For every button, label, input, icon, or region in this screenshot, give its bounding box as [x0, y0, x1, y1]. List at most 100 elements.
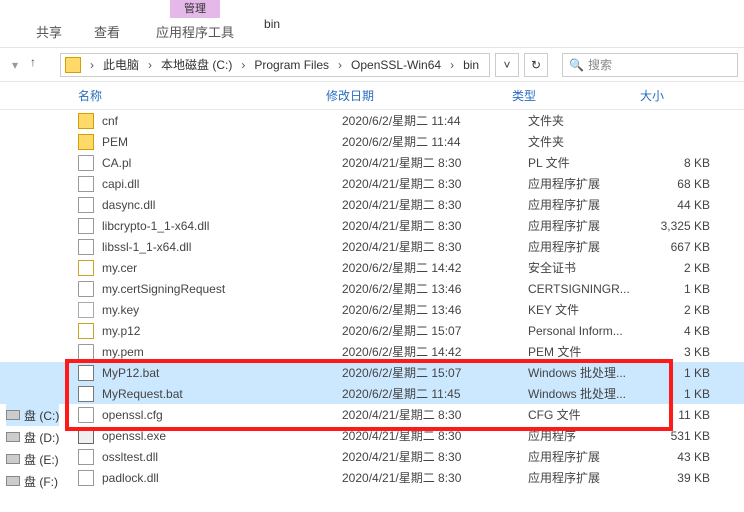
file-row[interactable]: my.key2020/6/2/星期二 13:46KEY 文件2 KB	[0, 299, 744, 320]
tab-app-tools[interactable]: 应用程序工具	[146, 18, 244, 47]
file-row[interactable]: MyRequest.bat2020/6/2/星期二 11:45Windows 批…	[0, 383, 744, 404]
file-row[interactable]: cnf2020/6/2/星期二 11:44文件夹	[0, 110, 744, 131]
file-type: KEY 文件	[528, 301, 656, 318]
col-date[interactable]: 修改日期	[326, 87, 512, 104]
breadcrumb[interactable]: › 此电脑 › 本地磁盘 (C:) › Program Files › Open…	[60, 53, 490, 77]
file-date: 2020/6/2/星期二 14:42	[342, 343, 528, 360]
file-name: my.cer	[102, 261, 342, 275]
file-row[interactable]: padlock.dll2020/4/21/星期二 8:30应用程序扩展39 KB	[0, 467, 744, 488]
file-row[interactable]: libssl-1_1-x64.dll2020/4/21/星期二 8:30应用程序…	[0, 236, 744, 257]
drives-panel: 盘 (C:)盘 (D:) 盘 (E:) 盘 (F:)	[0, 404, 59, 492]
chevron-right-icon[interactable]: ›	[236, 58, 250, 72]
tab-view[interactable]: 查看	[78, 16, 136, 47]
drive-item[interactable]: 盘 (E:)	[6, 448, 59, 470]
file-date: 2020/6/2/星期二 15:07	[342, 322, 528, 339]
drive-label: 盘 (F:)	[24, 473, 58, 490]
up-arrow-icon[interactable]: ↑	[30, 55, 50, 75]
file-date: 2020/6/2/星期二 13:46	[342, 280, 528, 297]
drive-icon	[6, 454, 20, 464]
cert-icon	[78, 260, 94, 276]
file-date: 2020/6/2/星期二 15:07	[342, 364, 528, 381]
file-type: CFG 文件	[528, 406, 656, 423]
col-name[interactable]: 名称	[78, 87, 326, 104]
file-size: 667 KB	[656, 240, 716, 254]
file-name: openssl.exe	[102, 429, 342, 443]
file-row[interactable]: my.certSigningRequest2020/6/2/星期二 13:46C…	[0, 278, 744, 299]
file-name: cnf	[102, 114, 342, 128]
file-row[interactable]: ossltest.dll2020/4/21/星期二 8:30应用程序扩展43 K…	[0, 446, 744, 467]
file-type: 应用程序扩展	[528, 448, 656, 465]
search-placeholder: 搜索	[588, 56, 612, 73]
file-row[interactable]: capi.dll2020/4/21/星期二 8:30应用程序扩展68 KB	[0, 173, 744, 194]
folder-icon	[78, 134, 94, 150]
file-row[interactable]: my.pem2020/6/2/星期二 14:42PEM 文件3 KB	[0, 341, 744, 362]
file-name: my.certSigningRequest	[102, 282, 342, 296]
file-icon	[78, 407, 94, 423]
file-name: my.p12	[102, 324, 342, 338]
col-type[interactable]: 类型	[512, 87, 640, 104]
breadcrumb-item[interactable]: 本地磁盘 (C:)	[157, 56, 236, 73]
file-type: PL 文件	[528, 154, 656, 171]
file-name: CA.pl	[102, 156, 342, 170]
file-row[interactable]: my.p122020/6/2/星期二 15:07Personal Inform.…	[0, 320, 744, 341]
file-size: 43 KB	[656, 450, 716, 464]
drive-item[interactable]: 盘 (C:)	[6, 404, 59, 426]
file-icon	[78, 155, 94, 171]
file-date: 2020/4/21/星期二 8:30	[342, 469, 528, 486]
chevron-right-icon[interactable]: ›	[143, 58, 157, 72]
file-type: Personal Inform...	[528, 324, 656, 338]
chevron-down-icon[interactable]: ▾	[6, 56, 24, 74]
file-size: 1 KB	[656, 387, 716, 401]
file-row[interactable]: MyP12.bat2020/6/2/星期二 15:07Windows 批处理..…	[0, 362, 744, 383]
file-row[interactable]: openssl.cfg2020/4/21/星期二 8:30CFG 文件11 KB	[0, 404, 744, 425]
file-type: Windows 批处理...	[528, 385, 656, 402]
file-row[interactable]: libcrypto-1_1-x64.dll2020/4/21/星期二 8:30应…	[0, 215, 744, 236]
drive-icon	[6, 432, 20, 442]
file-date: 2020/4/21/星期二 8:30	[342, 427, 528, 444]
search-input[interactable]: 🔍 搜索	[562, 53, 738, 77]
breadcrumb-item[interactable]: 此电脑	[99, 56, 143, 73]
file-type: CERTSIGNINGR...	[528, 282, 656, 296]
file-row[interactable]: my.cer2020/6/2/星期二 14:42安全证书2 KB	[0, 257, 744, 278]
file-row[interactable]: PEM2020/6/2/星期二 11:44文件夹	[0, 131, 744, 152]
file-type: Windows 批处理...	[528, 364, 656, 381]
chevron-right-icon[interactable]: ›	[333, 58, 347, 72]
file-name: my.pem	[102, 345, 342, 359]
ribbon-context: 管理 应用程序工具	[146, 0, 244, 47]
drive-item[interactable]: 盘 (F:)	[6, 470, 59, 492]
chevron-right-icon[interactable]: ›	[85, 58, 99, 72]
breadcrumb-item[interactable]: Program Files	[250, 58, 333, 72]
file-size: 3,325 KB	[656, 219, 716, 233]
file-name: openssl.cfg	[102, 408, 342, 422]
dropdown-button[interactable]: ˅	[495, 53, 519, 77]
file-name: MyRequest.bat	[102, 387, 342, 401]
drive-label: 盘 (E:)	[24, 451, 59, 468]
breadcrumb-item[interactable]: OpenSSL-Win64	[347, 58, 445, 72]
breadcrumb-item[interactable]: bin	[459, 58, 483, 72]
file-size: 2 KB	[656, 261, 716, 275]
file-date: 2020/6/2/星期二 11:44	[342, 112, 528, 129]
bat-icon	[78, 386, 94, 402]
search-icon: 🔍	[569, 58, 584, 72]
file-row[interactable]: CA.pl2020/4/21/星期二 8:30PL 文件8 KB	[0, 152, 744, 173]
key-icon	[78, 302, 94, 318]
file-size: 1 KB	[656, 282, 716, 296]
exe-icon	[78, 428, 94, 444]
file-type: 应用程序	[528, 427, 656, 444]
refresh-button[interactable]: ↻	[524, 53, 548, 77]
col-size[interactable]: 大小	[640, 87, 702, 104]
file-type: 文件夹	[528, 112, 656, 129]
file-type: 安全证书	[528, 259, 656, 276]
tab-share[interactable]: 共享	[20, 16, 78, 47]
file-row[interactable]: dasync.dll2020/4/21/星期二 8:30应用程序扩展44 KB	[0, 194, 744, 215]
chevron-right-icon[interactable]: ›	[445, 58, 459, 72]
file-date: 2020/4/21/星期二 8:30	[342, 154, 528, 171]
file-name: libcrypto-1_1-x64.dll	[102, 219, 342, 233]
file-date: 2020/4/21/星期二 8:30	[342, 217, 528, 234]
file-size: 44 KB	[656, 198, 716, 212]
file-row[interactable]: openssl.exe2020/4/21/星期二 8:30应用程序531 KB	[0, 425, 744, 446]
nav-bar: ▾ ↑ › 此电脑 › 本地磁盘 (C:) › Program Files › …	[0, 48, 744, 82]
drive-item[interactable]: 盘 (D:)	[6, 426, 59, 448]
file-name: MyP12.bat	[102, 366, 342, 380]
file-size: 2 KB	[656, 303, 716, 317]
